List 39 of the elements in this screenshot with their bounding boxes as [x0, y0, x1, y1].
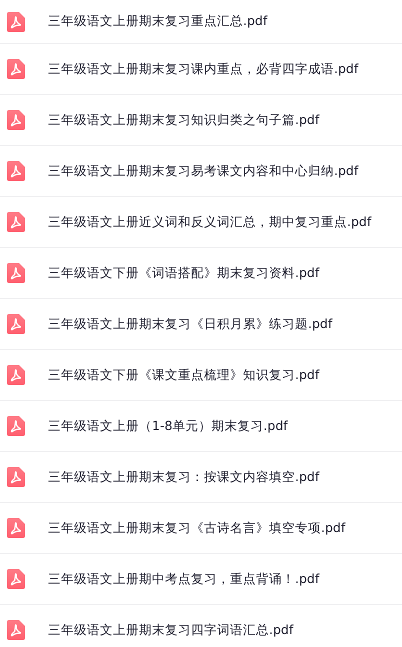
file-row[interactable]: 三年级语文上册（1-8单元）期末复习.pdf	[0, 401, 402, 452]
pdf-file-icon	[7, 263, 25, 283]
file-name: 三年级语文上册（1-8单元）期末复习.pdf	[48, 418, 288, 434]
pdf-file-icon	[7, 12, 25, 32]
pdf-file-icon	[7, 365, 25, 385]
pdf-file-icon	[7, 620, 25, 640]
file-name: 三年级语文上册近义词和反义词汇总，期中复习重点.pdf	[48, 214, 372, 230]
file-row[interactable]: 三年级语文上册期中考点复习，重点背诵！.pdf	[0, 554, 402, 605]
pdf-file-icon	[7, 518, 25, 538]
file-name: 三年级语文上册期中考点复习，重点背诵！.pdf	[48, 570, 320, 588]
pdf-file-icon	[7, 212, 25, 232]
file-name: 三年级语文上册期末复习：按课文内容填空.pdf	[48, 468, 320, 486]
file-name: 三年级语文上册期末复习《古诗名言》填空专项.pdf	[48, 520, 346, 536]
file-row[interactable]: 三年级语文上册期末复习《古诗名言》填空专项.pdf	[0, 503, 402, 554]
file-name: 三年级语文上册期末复习课内重点，必背四字成语.pdf	[48, 60, 358, 78]
file-name: 三年级语文上册期末复习四字词语汇总.pdf	[48, 622, 294, 638]
file-row[interactable]: 三年级语文下册《课文重点梳理》知识复习.pdf	[0, 350, 402, 401]
file-name: 三年级语文上册期末复习知识归类之句子篇.pdf	[48, 112, 320, 128]
file-name: 三年级语文上册期末复习重点汇总.pdf	[48, 13, 268, 30]
pdf-file-icon	[7, 59, 25, 79]
pdf-file-icon	[7, 314, 25, 334]
file-row[interactable]: 三年级语文上册期末复习：按课文内容填空.pdf	[0, 452, 402, 503]
file-row[interactable]: 三年级语文上册近义词和反义词汇总，期中复习重点.pdf	[0, 197, 402, 248]
file-row[interactable]: 三年级语文上册期末复习《日积月累》练习题.pdf	[0, 299, 402, 350]
pdf-file-icon	[7, 416, 25, 436]
file-row[interactable]: 三年级语文上册期末复习课内重点，必背四字成语.pdf	[0, 44, 402, 95]
pdf-file-icon	[7, 110, 25, 130]
file-row[interactable]: 三年级语文上册期末复习重点汇总.pdf	[0, 0, 402, 44]
file-row[interactable]: 三年级语文下册《词语搭配》期末复习资料.pdf	[0, 248, 402, 299]
pdf-file-icon	[7, 161, 25, 181]
pdf-file-icon	[7, 467, 25, 487]
file-name: 三年级语文上册期末复习《日积月累》练习题.pdf	[48, 316, 332, 332]
file-row[interactable]: 三年级语文上册期末复习四字词语汇总.pdf	[0, 605, 402, 647]
file-row[interactable]: 三年级语文上册期末复习易考课文内容和中心归纳.pdf	[0, 146, 402, 197]
file-name: 三年级语文上册期末复习易考课文内容和中心归纳.pdf	[48, 162, 358, 180]
file-row[interactable]: 三年级语文上册期末复习知识归类之句子篇.pdf	[0, 95, 402, 146]
pdf-file-icon	[7, 569, 25, 589]
file-name: 三年级语文下册《词语搭配》期末复习资料.pdf	[48, 264, 320, 282]
file-name: 三年级语文下册《课文重点梳理》知识复习.pdf	[48, 366, 320, 384]
